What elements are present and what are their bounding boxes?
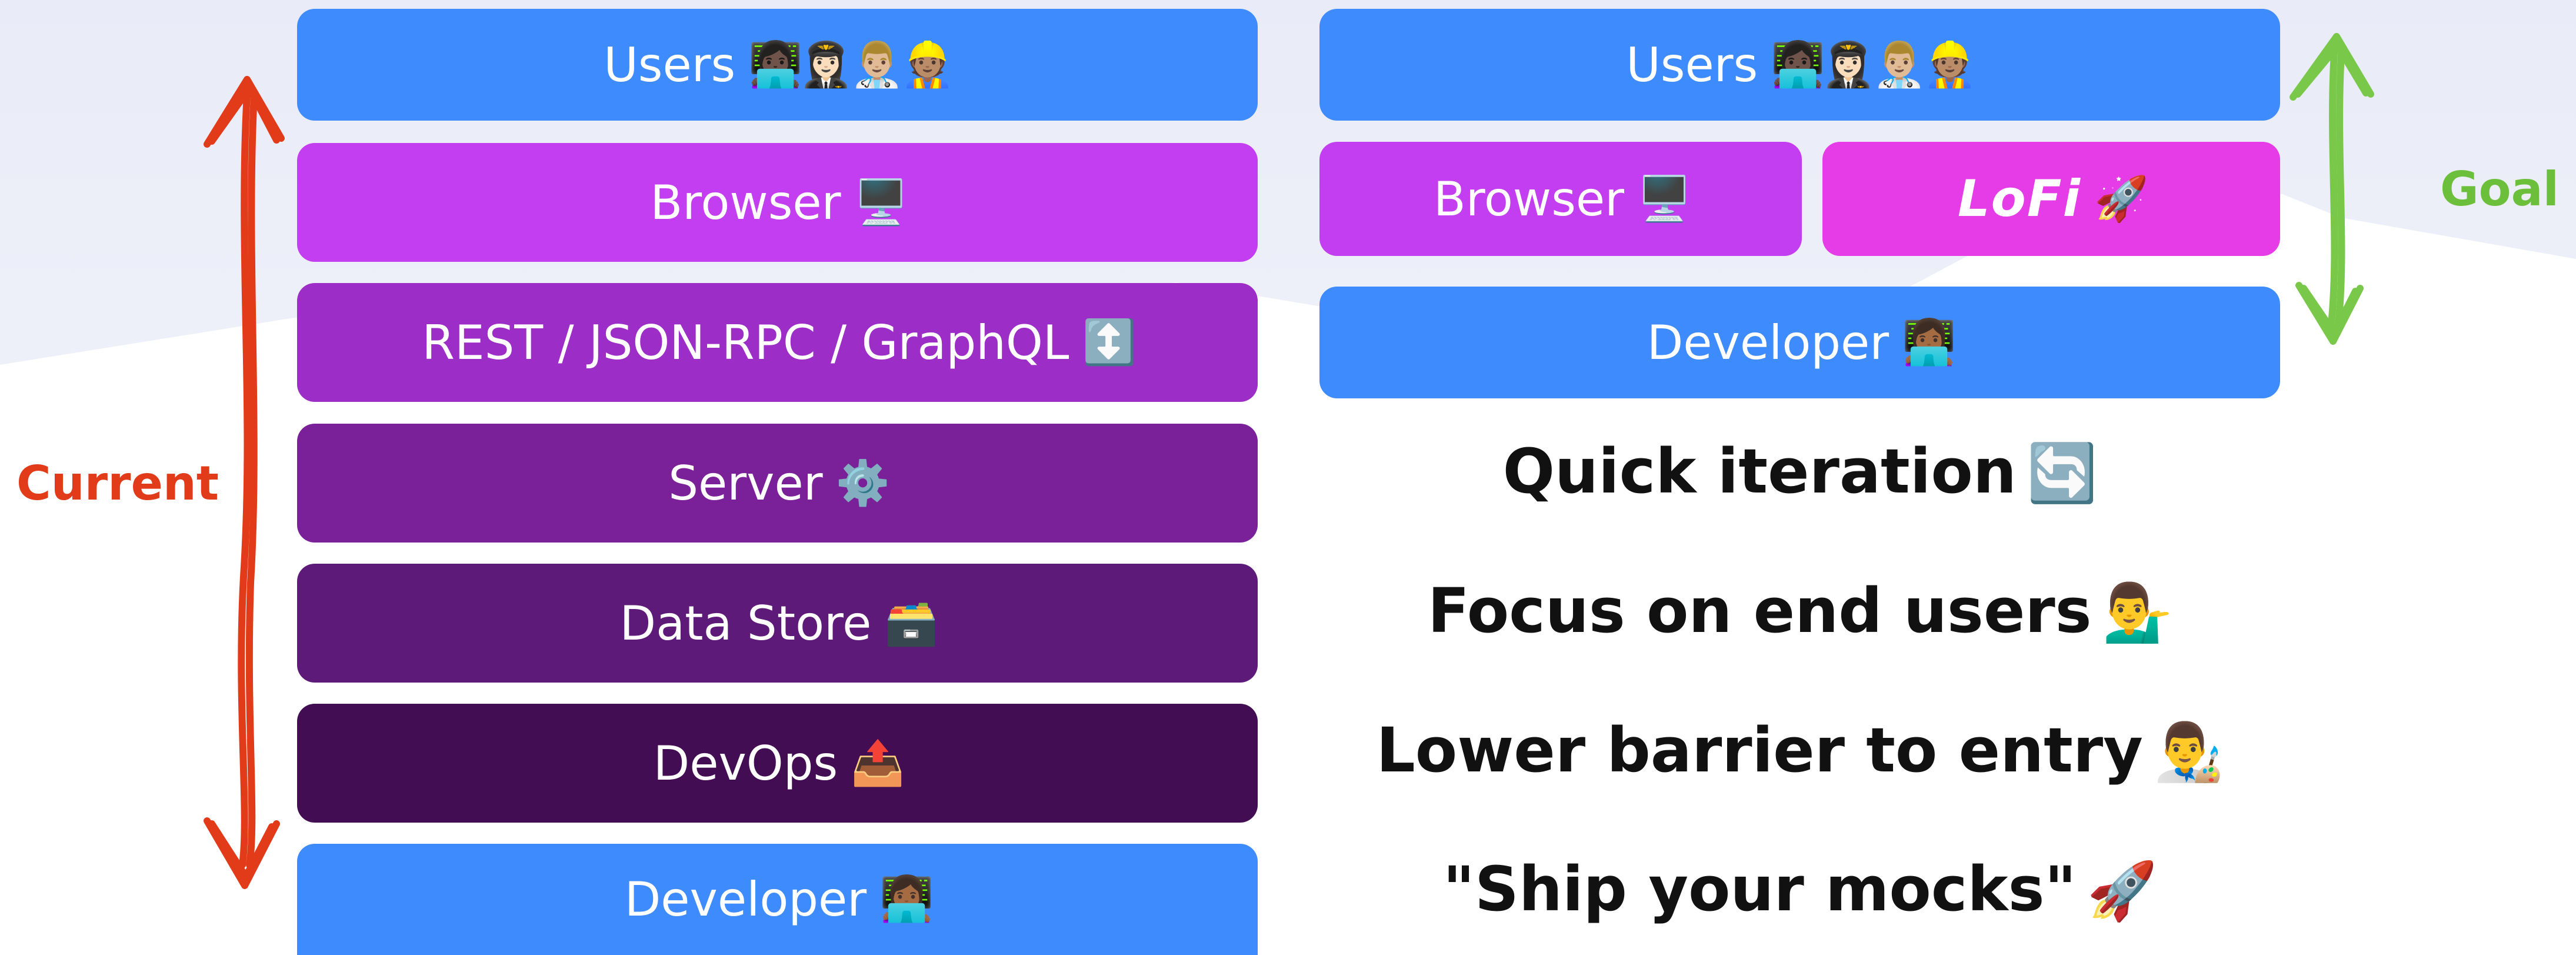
goal-users-layer: Users 👩🏿‍💻👩🏻‍✈️👨🏼‍⚕️👷🏽	[1319, 9, 2280, 121]
outbox-tray-icon: 📤	[851, 737, 905, 788]
current-datastore-layer: Data Store 🗃️	[297, 564, 1258, 683]
layer-label: REST / JSON-RPC / GraphQL	[422, 315, 1069, 370]
gear-icon: ⚙️	[835, 457, 890, 508]
layer-label: Developer	[1647, 315, 1889, 370]
developer-emoji-icon: 👩🏾‍💻	[1902, 317, 1956, 368]
layer-label: Users	[604, 37, 736, 92]
developer-emoji-icon: 👩🏾‍💻	[879, 874, 934, 924]
benefit-text: Focus on end users	[1427, 575, 2092, 647]
goal-developer-layer: Developer 👩🏾‍💻	[1319, 287, 2280, 398]
current-users-layer: Users 👩🏿‍💻👩🏻‍✈️👨🏼‍⚕️👷🏽	[297, 9, 1258, 121]
layer-label: DevOps	[653, 736, 838, 791]
up-down-arrow-icon: ↕️	[1082, 317, 1136, 368]
layer-label: Users	[1626, 37, 1758, 92]
benefit-text: Lower barrier to entry	[1376, 714, 2143, 786]
layer-label: Browser	[1433, 171, 1625, 227]
goal-lofi-layer: LoFi 🚀	[1822, 142, 2280, 256]
computer-icon: 🖥️	[854, 177, 908, 228]
benefit-quick-iteration: Quick iteration 🔄	[1318, 435, 2282, 507]
current-api-layer: REST / JSON-RPC / GraphQL ↕️	[297, 283, 1258, 402]
rocket-icon: 🚀	[2094, 173, 2148, 224]
benefit-text: "Ship your mocks"	[1442, 853, 2077, 925]
lofi-logo: LoFi	[1957, 169, 2081, 228]
layer-label: Data Store	[619, 595, 872, 651]
current-browser-layer: Browser 🖥️	[297, 143, 1258, 262]
current-label: Current	[16, 456, 219, 511]
benefit-lower-barrier: Lower barrier to entry 👨‍🎨	[1318, 714, 2282, 786]
benefit-text: Quick iteration	[1502, 435, 2017, 507]
users-emoji-icon: 👩🏿‍💻👩🏻‍✈️👨🏼‍⚕️👷🏽	[1771, 39, 1977, 90]
layer-label: Developer	[624, 872, 867, 927]
current-server-layer: Server ⚙️	[297, 424, 1258, 543]
goal-span-arrow	[2290, 33, 2374, 345]
goal-browser-layer: Browser 🖥️	[1319, 142, 1802, 256]
goal-label: Goal	[2440, 162, 2560, 217]
benefit-ship-mocks: "Ship your mocks" 🚀	[1318, 853, 2282, 925]
computer-icon: 🖥️	[1637, 173, 1691, 224]
layer-label: Browser	[650, 175, 841, 230]
repeat-icon: 🔄	[2027, 440, 2098, 506]
benefit-focus-users: Focus on end users 💁‍♂️	[1318, 575, 2282, 647]
artist-icon: 👨‍🎨	[2153, 719, 2224, 785]
current-devops-layer: DevOps 📤	[297, 704, 1258, 823]
users-emoji-icon: 👩🏿‍💻👩🏻‍✈️👨🏼‍⚕️👷🏽	[748, 39, 955, 90]
card-file-box-icon: 🗃️	[884, 597, 938, 648]
rocket-icon: 🚀	[2087, 858, 2158, 924]
current-developer-layer: Developer 👩🏾‍💻	[297, 844, 1258, 955]
layer-label: Server	[668, 455, 823, 511]
person-tipping-hand-icon: 💁‍♂️	[2102, 580, 2173, 645]
